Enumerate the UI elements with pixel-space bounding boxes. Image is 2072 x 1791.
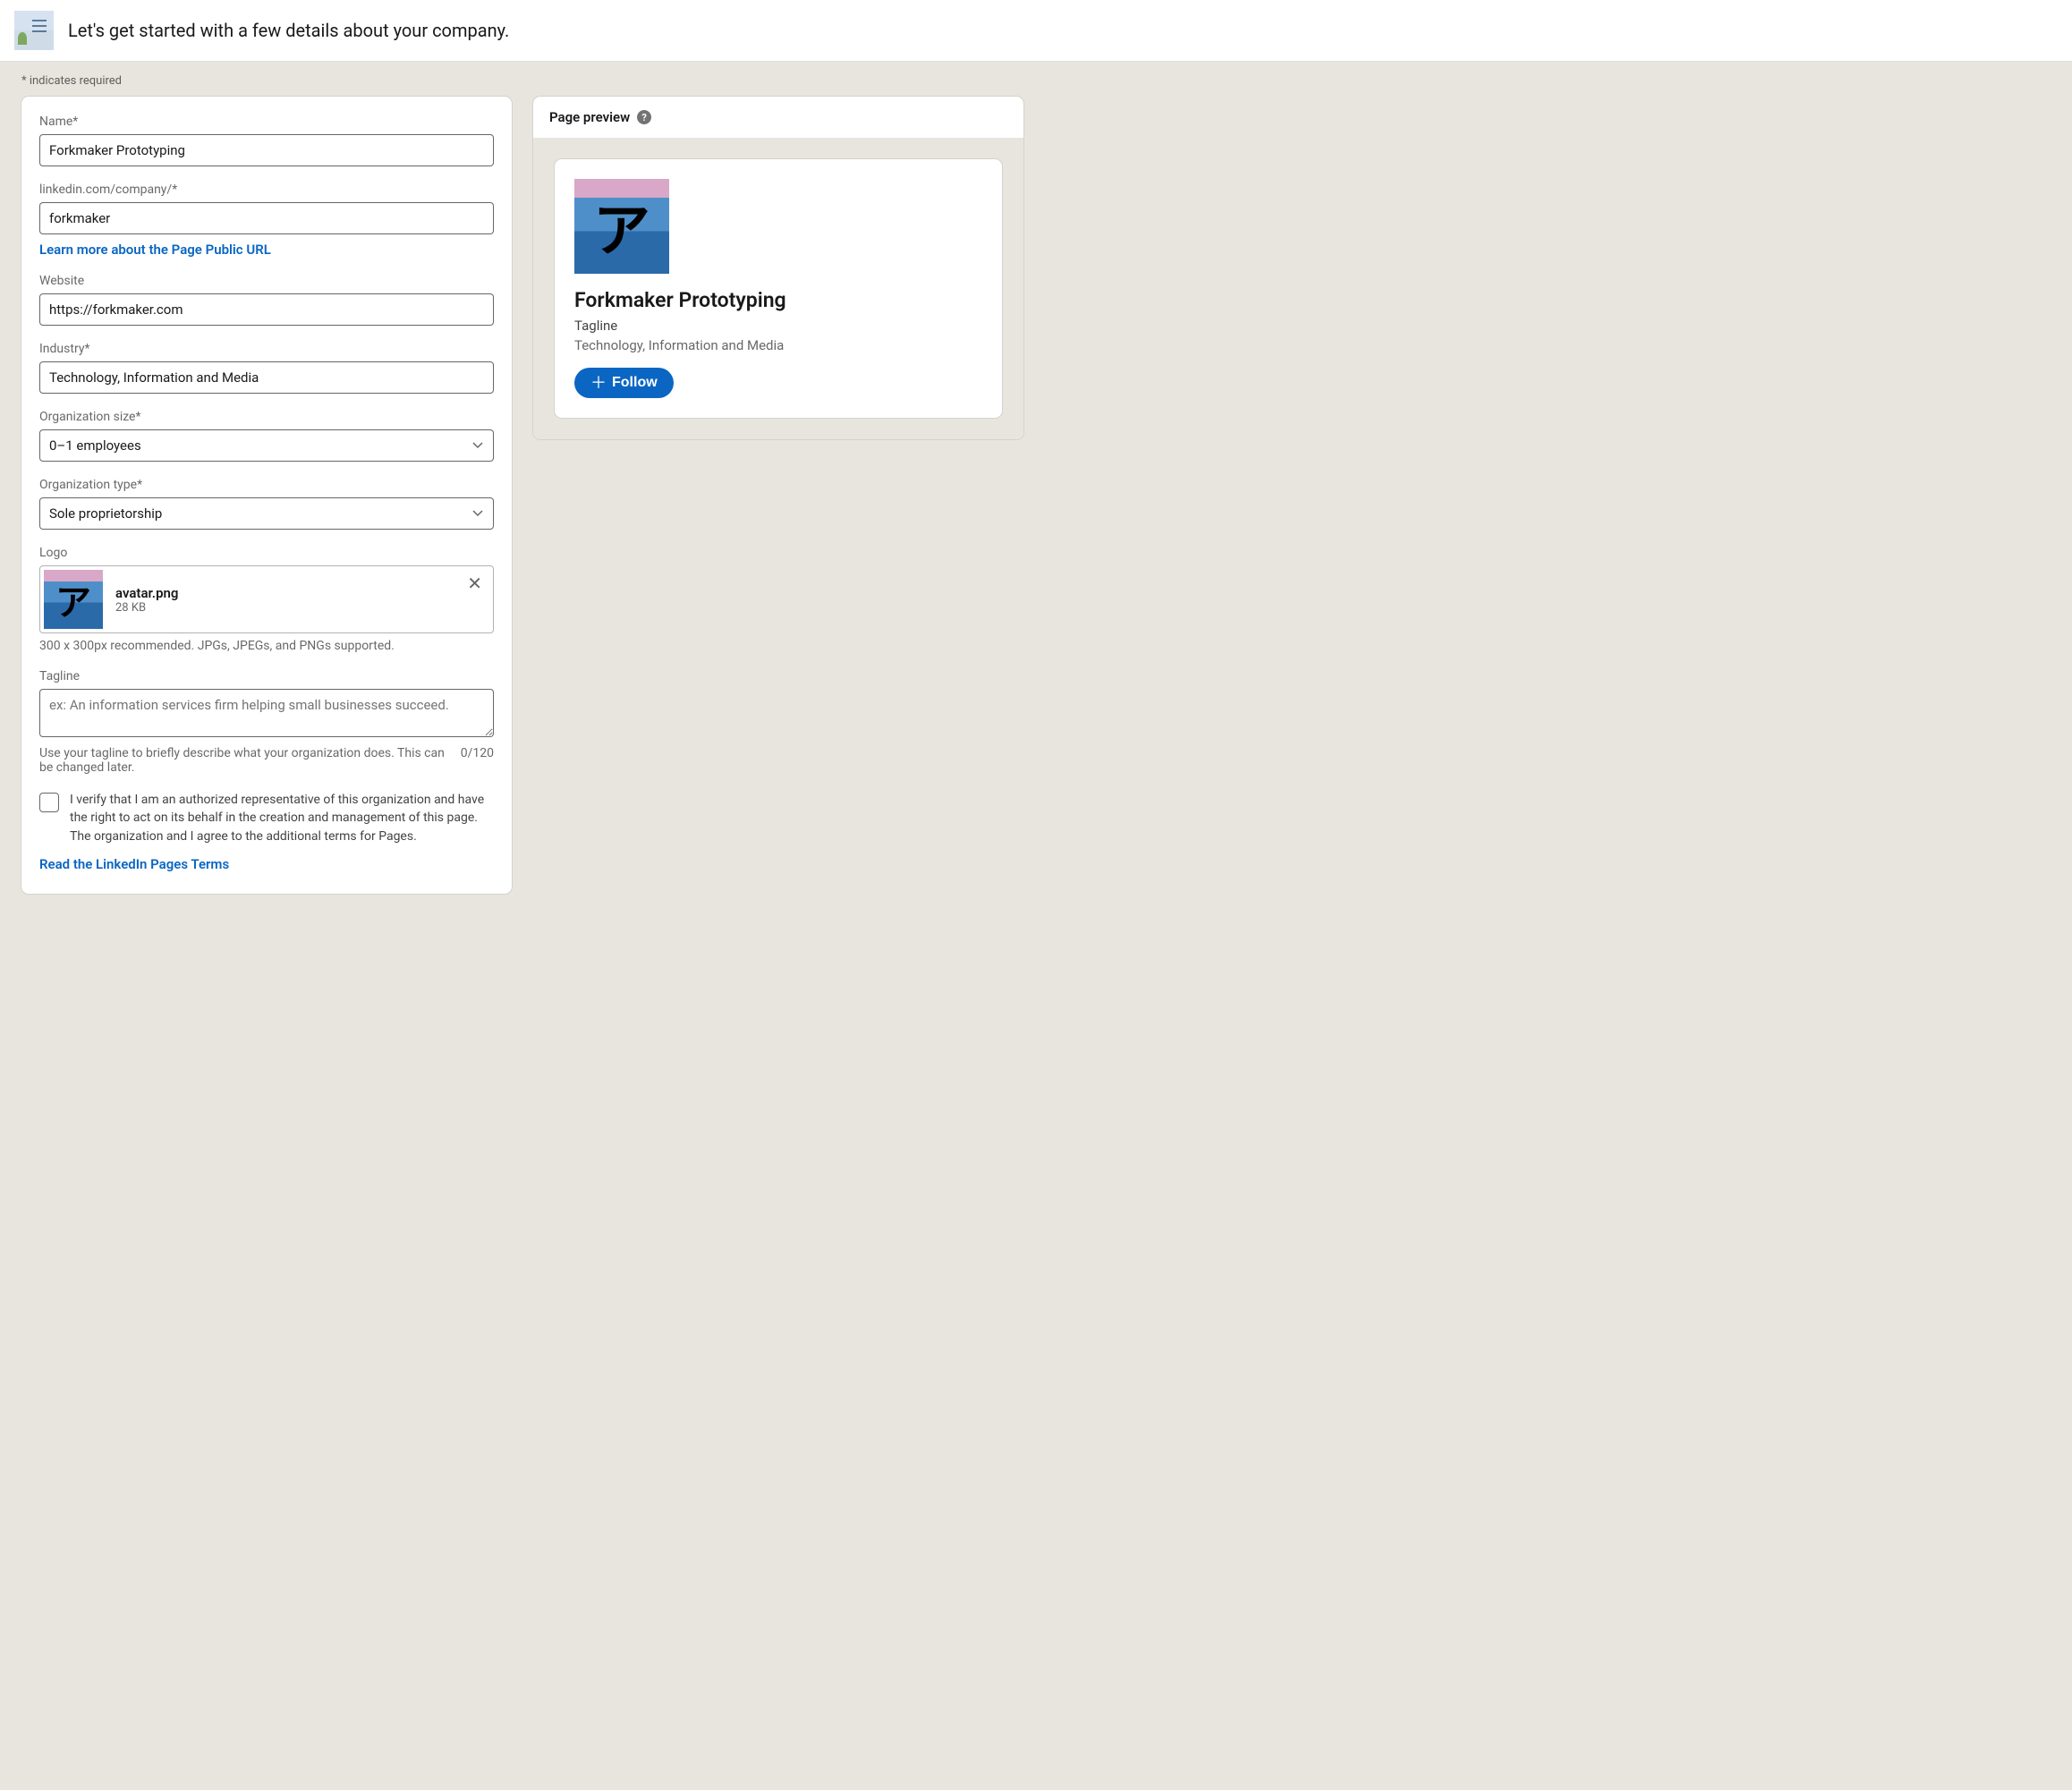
remove-logo-button[interactable]: ✕ [467,575,482,593]
logo-filesize: 28 KB [115,601,489,615]
preview-logo: ア [574,179,669,274]
page-title: Let's get started with a few details abo… [68,20,509,41]
website-input[interactable] [39,293,494,326]
logo-upload-box[interactable]: ア avatar.png 28 KB ✕ [39,565,494,633]
logo-help-text: 300 x 300px recommended. JPGs, JPEGs, an… [39,639,494,653]
required-indicator-note: * indicates required [21,62,2051,97]
preview-company-name: Forkmaker Prototyping [574,288,982,312]
plus-icon: ＋ [590,375,607,391]
field-name: Name* [39,115,494,166]
pages-terms-link[interactable]: Read the LinkedIn Pages Terms [39,856,229,872]
field-url: linkedin.com/company/* Learn more about … [39,182,494,258]
preview-industry: Technology, Information and Media [574,337,982,353]
industry-input[interactable] [39,361,494,394]
field-org-type: Organization type* Sole proprietorship [39,478,494,530]
field-org-size: Organization size* 0–1 employees [39,410,494,462]
logo-thumbnail: ア [44,570,103,629]
industry-label: Industry* [39,342,494,356]
url-input[interactable] [39,202,494,234]
preview-tagline: Tagline [574,318,982,334]
preview-header-title: Page preview [549,109,630,125]
org-type-select[interactable]: Sole proprietorship [39,497,494,530]
tagline-textarea[interactable] [39,689,494,737]
name-input[interactable] [39,134,494,166]
logo-label: Logo [39,546,494,560]
verify-checkbox[interactable] [39,793,59,812]
field-industry: Industry* [39,342,494,394]
learn-more-url-link[interactable]: Learn more about the Page Public URL [39,242,271,258]
url-label: linkedin.com/company/* [39,182,494,197]
follow-button[interactable]: ＋ Follow [574,368,674,398]
logo-filename: avatar.png [115,585,489,601]
org-size-select[interactable]: 0–1 employees [39,429,494,462]
tagline-label: Tagline [39,669,494,683]
org-type-label: Organization type* [39,478,494,492]
page-header: Let's get started with a few details abo… [0,0,2072,62]
website-label: Website [39,274,494,288]
follow-button-label: Follow [612,375,658,391]
org-size-label: Organization size* [39,410,494,424]
verify-row: I verify that I am an authorized represe… [39,791,494,845]
tagline-char-count: 0/120 [461,746,494,760]
tagline-help-text: Use your tagline to briefly describe wha… [39,746,446,775]
field-logo: Logo ア avatar.png 28 KB ✕ 300 x 300px re… [39,546,494,653]
verify-text: I verify that I am an authorized represe… [70,791,494,845]
help-icon[interactable]: ? [637,110,651,124]
company-type-icon [14,11,54,50]
preview-card: Page preview ? ア Forkmaker Prototyping T… [533,97,1023,439]
form-card: Name* linkedin.com/company/* Learn more … [21,97,512,894]
preview-company-card: ア Forkmaker Prototyping Tagline Technolo… [555,159,1002,418]
name-label: Name* [39,115,494,129]
field-tagline: Tagline Use your tagline to briefly desc… [39,669,494,775]
field-website: Website [39,274,494,326]
